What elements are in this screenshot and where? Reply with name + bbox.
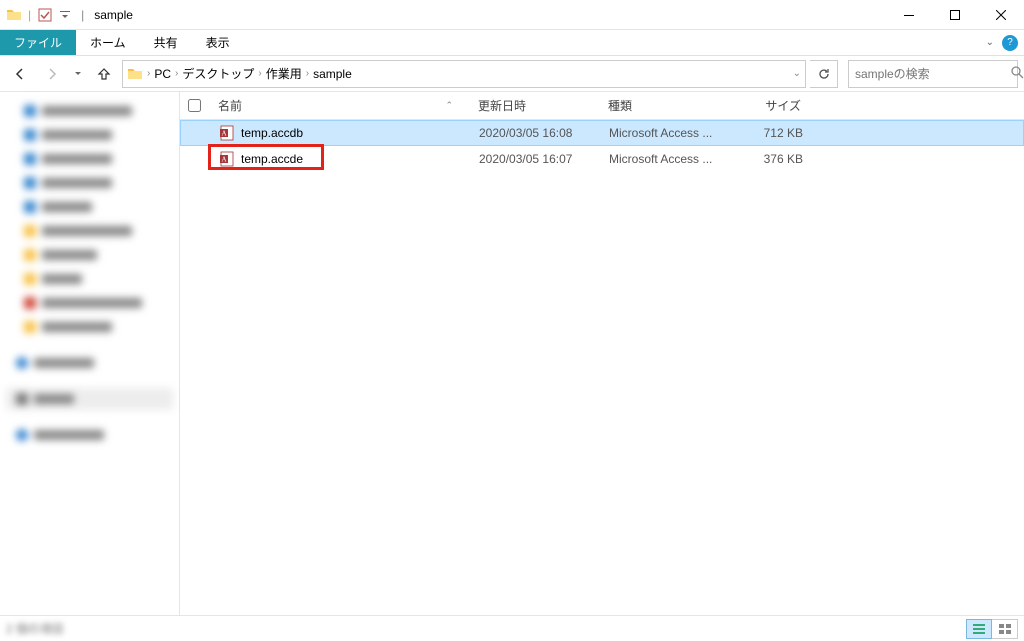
chevron-right-icon[interactable]: ›	[258, 68, 261, 79]
up-button[interactable]	[90, 60, 118, 88]
file-name-label: temp.accdb	[241, 126, 303, 140]
window-title: sample	[94, 8, 133, 22]
sidebar-item[interactable]	[6, 292, 173, 314]
file-type-cell: Microsoft Access ...	[601, 152, 731, 166]
file-row[interactable]: Atemp.accdb2020/03/05 16:08Microsoft Acc…	[180, 120, 1024, 146]
tab-share[interactable]: 共有	[140, 30, 192, 55]
minimize-button[interactable]	[886, 0, 932, 30]
access-file-icon: A	[219, 151, 235, 167]
large-icons-view-button[interactable]	[992, 619, 1018, 639]
file-name-label: temp.accde	[241, 152, 303, 166]
folder-icon	[6, 7, 22, 23]
ribbon-expand-icon[interactable]: ⌄	[986, 37, 994, 48]
sidebar-item[interactable]	[6, 244, 173, 266]
breadcrumb-sample[interactable]: sample	[313, 67, 352, 81]
breadcrumb-desktop[interactable]: デスクトップ	[182, 65, 254, 82]
title-bar: | | sample	[0, 0, 1024, 30]
refresh-button[interactable]	[810, 60, 838, 88]
svg-text:A: A	[221, 130, 226, 138]
file-size-cell: 376 KB	[731, 152, 811, 166]
address-folder-icon	[127, 66, 143, 82]
column-name[interactable]: 名前 ⌃	[210, 97, 470, 114]
status-item-count: 2 個の項目	[6, 620, 64, 637]
column-checkbox[interactable]	[180, 99, 210, 112]
sidebar-item[interactable]	[6, 172, 173, 194]
navigation-bar: › PC › デスクトップ › 作業用 › sample ⌄	[0, 56, 1024, 92]
sidebar-item[interactable]	[6, 388, 173, 410]
back-button[interactable]	[6, 60, 34, 88]
file-type-cell: Microsoft Access ...	[601, 126, 731, 140]
sidebar-item[interactable]	[6, 148, 173, 170]
ribbon-tabs: ファイル ホーム 共有 表示 ⌄ ?	[0, 30, 1024, 56]
details-view-button[interactable]	[966, 619, 992, 639]
search-box[interactable]	[848, 60, 1018, 88]
help-icon[interactable]: ?	[1002, 35, 1018, 51]
column-type-label: 種類	[608, 97, 632, 114]
tab-view[interactable]: 表示	[192, 30, 244, 55]
sidebar-item[interactable]	[6, 424, 173, 446]
tab-home[interactable]: ホーム	[76, 30, 140, 55]
quick-access-properties-icon[interactable]	[37, 7, 53, 23]
sort-indicator-icon: ⌃	[445, 100, 453, 111]
column-headers: 名前 ⌃ 更新日時 種類 サイズ	[180, 92, 1024, 120]
forward-button[interactable]	[38, 60, 66, 88]
address-bar[interactable]: › PC › デスクトップ › 作業用 › sample ⌄	[122, 60, 806, 88]
file-list-pane: 名前⌃ 更新日時 種類 サイズ Atemp.accdb2020/03/05 16…	[180, 92, 1024, 615]
chevron-right-icon[interactable]: ›	[147, 68, 150, 79]
chevron-down-icon[interactable]: ⌄	[793, 68, 801, 79]
column-name-label: 名前	[218, 97, 242, 114]
file-size-cell: 712 KB	[731, 126, 811, 140]
access-file-icon: A	[219, 125, 235, 141]
column-date[interactable]: 更新日時	[470, 97, 600, 114]
sidebar-item[interactable]	[6, 352, 173, 374]
sidebar-item[interactable]	[6, 100, 173, 122]
breadcrumb-work[interactable]: 作業用	[266, 65, 302, 82]
file-name-cell[interactable]: Atemp.accdb	[211, 125, 471, 141]
file-date-cell: 2020/03/05 16:08	[471, 126, 601, 140]
file-name-cell[interactable]: Atemp.accde	[211, 151, 471, 167]
qat-separator: |	[28, 8, 31, 22]
close-button[interactable]	[978, 0, 1024, 30]
select-all-checkbox[interactable]	[188, 99, 201, 112]
title-separator: |	[81, 8, 84, 22]
sidebar-item[interactable]	[6, 196, 173, 218]
column-date-label: 更新日時	[478, 97, 526, 114]
svg-text:A: A	[221, 156, 226, 164]
maximize-button[interactable]	[932, 0, 978, 30]
recent-locations-button[interactable]	[70, 60, 86, 88]
chevron-right-icon[interactable]: ›	[175, 68, 178, 79]
navigation-pane[interactable]	[0, 92, 180, 615]
status-bar: 2 個の項目	[0, 615, 1024, 641]
column-type[interactable]: 種類	[600, 97, 730, 114]
file-row[interactable]: Atemp.accde2020/03/05 16:07Microsoft Acc…	[180, 146, 1024, 172]
sidebar-item[interactable]	[6, 124, 173, 146]
tab-file[interactable]: ファイル	[0, 30, 76, 55]
breadcrumb-pc[interactable]: PC	[154, 67, 171, 81]
sidebar-item[interactable]	[6, 316, 173, 338]
search-input[interactable]	[855, 67, 1010, 81]
chevron-right-icon[interactable]: ›	[306, 68, 309, 79]
column-size-label: サイズ	[765, 97, 801, 114]
sidebar-item[interactable]	[6, 268, 173, 290]
search-icon[interactable]	[1010, 65, 1024, 82]
quick-access-dropdown-icon[interactable]	[57, 7, 73, 23]
file-date-cell: 2020/03/05 16:07	[471, 152, 601, 166]
sidebar-item[interactable]	[6, 220, 173, 242]
column-size[interactable]: サイズ	[730, 97, 810, 114]
